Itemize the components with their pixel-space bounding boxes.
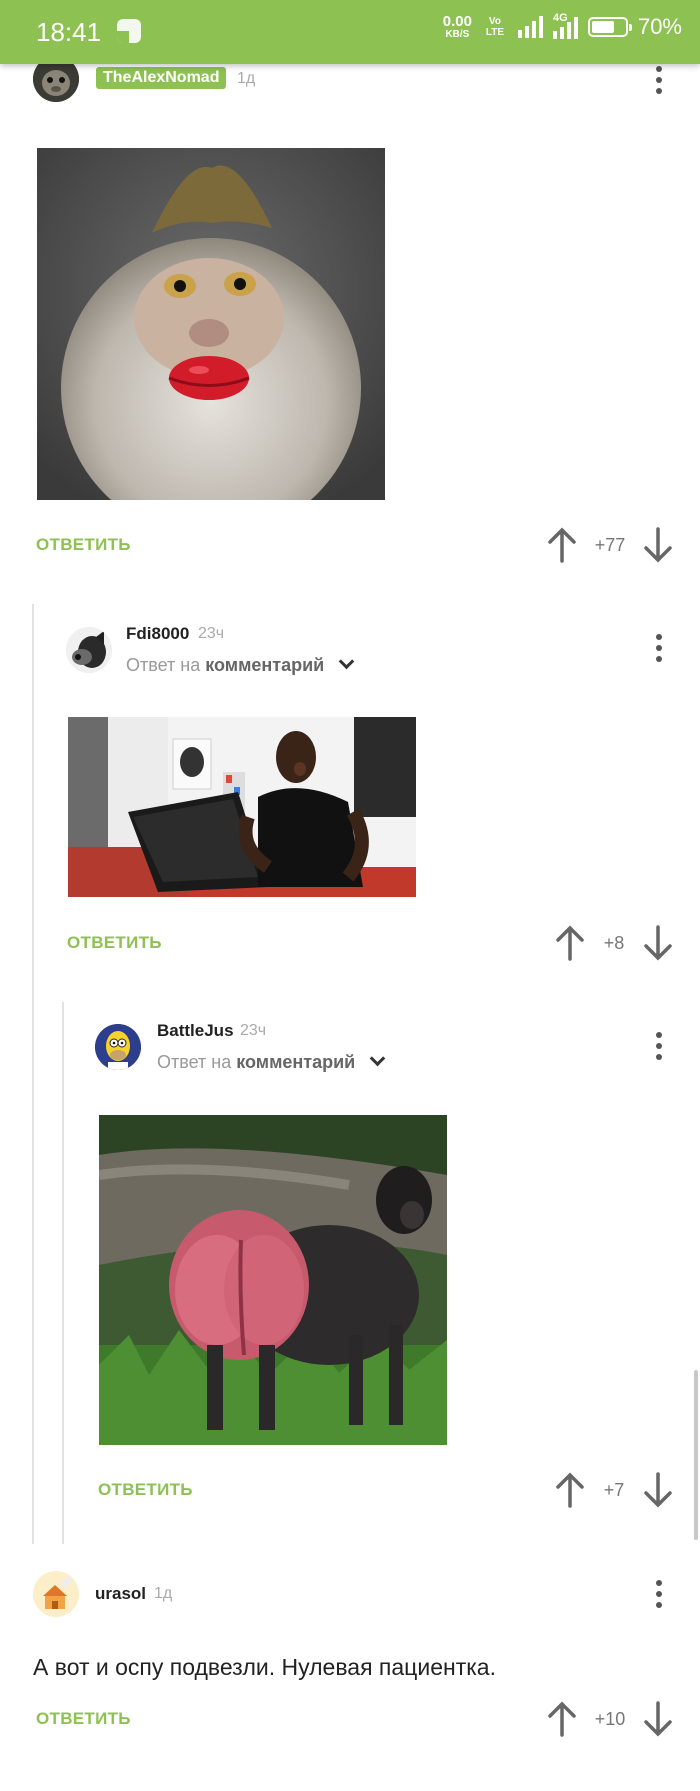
scrollbar[interactable] bbox=[694, 1370, 698, 1540]
comment-score: +7 bbox=[603, 1480, 625, 1500]
battery-percent: 70% bbox=[637, 14, 682, 39]
network-speed-unit: KB/S bbox=[445, 29, 470, 40]
comment-image[interactable] bbox=[68, 717, 416, 897]
comment-time: 23ч bbox=[198, 625, 225, 642]
arrow-up-icon[interactable] bbox=[555, 925, 585, 961]
username[interactable]: TheAlexNomad bbox=[96, 67, 227, 89]
status-bar: 18:41 0.00 KB/S Vo LTE 4G 70% bbox=[0, 0, 700, 64]
arrow-up-icon[interactable] bbox=[547, 527, 577, 563]
reply-to-link[interactable]: комментарий bbox=[236, 1052, 355, 1072]
reply-button[interactable]: ОТВЕТИТЬ bbox=[67, 933, 162, 953]
kebab-menu-icon[interactable] bbox=[647, 630, 671, 666]
reply-to-link[interactable]: комментарий bbox=[205, 655, 324, 675]
arrow-down-icon[interactable] bbox=[643, 925, 673, 961]
username[interactable]: urasol bbox=[95, 1584, 146, 1604]
arrow-down-icon[interactable] bbox=[643, 1472, 673, 1508]
network-type: 4G bbox=[552, 12, 568, 24]
comment-score: +8 bbox=[603, 933, 625, 953]
status-time: 18:41 bbox=[36, 17, 102, 47]
comment-time: 1д bbox=[154, 1585, 173, 1602]
avatar[interactable] bbox=[66, 627, 112, 673]
reply-to[interactable]: Ответ на комментарий bbox=[126, 653, 355, 676]
arrow-down-icon[interactable] bbox=[643, 527, 673, 563]
battery-fill bbox=[591, 21, 615, 33]
volte-icon: Vo LTE bbox=[485, 16, 505, 38]
username[interactable]: BattleJus bbox=[157, 1021, 234, 1041]
comment-image[interactable] bbox=[99, 1115, 447, 1445]
arrow-up-icon[interactable] bbox=[547, 1701, 577, 1737]
comment-time: 1д bbox=[237, 70, 256, 87]
chevron-down-icon[interactable] bbox=[369, 1050, 386, 1067]
comment-image[interactable] bbox=[37, 148, 385, 500]
comment-text: А вот и оспу подвезли. Нулевая пациентка… bbox=[33, 1654, 496, 1680]
kebab-menu-icon[interactable] bbox=[647, 1028, 671, 1064]
app-notification-icon bbox=[117, 19, 141, 43]
kebab-menu-icon[interactable] bbox=[647, 1576, 671, 1612]
reply-to-prefix: Ответ на bbox=[126, 655, 201, 675]
username[interactable]: Fdi8000 bbox=[126, 624, 189, 644]
reply-button[interactable]: ОТВЕТИТЬ bbox=[36, 535, 131, 555]
comment-score: +10 bbox=[594, 1709, 626, 1729]
signal-icon bbox=[517, 16, 543, 38]
comment-time: 23ч bbox=[240, 1022, 267, 1039]
reply-button[interactable]: ОТВЕТИТЬ bbox=[98, 1480, 193, 1500]
arrow-up-icon[interactable] bbox=[555, 1472, 585, 1508]
avatar[interactable] bbox=[33, 1571, 79, 1617]
kebab-menu-icon[interactable] bbox=[647, 62, 671, 98]
arrow-down-icon[interactable] bbox=[643, 1701, 673, 1737]
comment-score: +77 bbox=[594, 535, 626, 555]
status-indicators: 0.00 KB/S Vo LTE 4G 70% bbox=[443, 12, 682, 40]
battery-icon bbox=[587, 17, 632, 37]
network-speed-value: 0.00 bbox=[442, 13, 472, 30]
avatar[interactable] bbox=[95, 1024, 141, 1070]
reply-button[interactable]: ОТВЕТИТЬ bbox=[36, 1709, 131, 1729]
chevron-down-icon[interactable] bbox=[338, 653, 355, 670]
signal-4g-icon: 4G bbox=[552, 12, 578, 39]
reply-to[interactable]: Ответ на комментарий bbox=[157, 1050, 386, 1073]
thread-line bbox=[32, 604, 34, 1544]
thread-line bbox=[62, 1002, 64, 1544]
reply-to-prefix: Ответ на bbox=[157, 1052, 232, 1072]
network-speed: 0.00 KB/S bbox=[443, 14, 472, 40]
